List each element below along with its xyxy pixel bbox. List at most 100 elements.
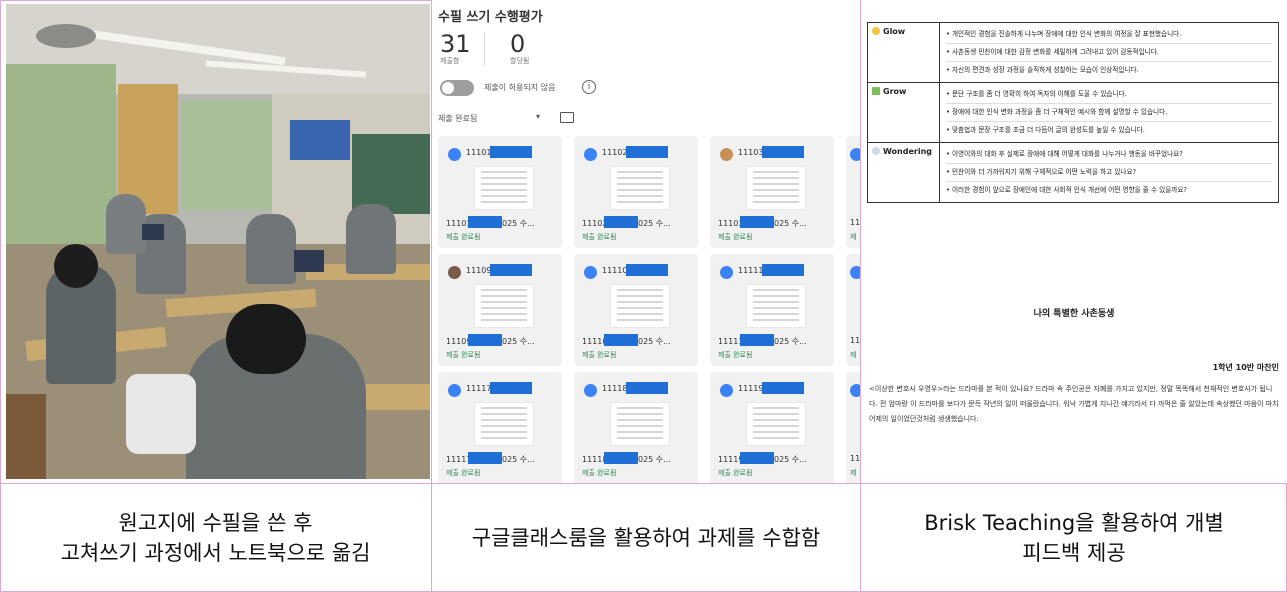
grow-item: • 문단 구조를 좀 더 명확히 하여 독자의 이해를 도울 수 있습니다.	[946, 86, 1272, 104]
student-id: 11102	[602, 148, 628, 157]
redaction-box	[626, 382, 668, 394]
essay-author: 1학년 10반 마찬민	[1212, 363, 1279, 372]
classroom-photo	[6, 4, 430, 479]
grow-row: Grow • 문단 구조를 좀 더 명확히 하여 독자의 이해를 도울 수 있습…	[868, 83, 1278, 143]
caption-panel1: 원고지에 수필을 쓴 후 고쳐쓰기 과정에서 노트북으로 옮김	[60, 511, 371, 565]
document-thumbnail[interactable]	[610, 166, 670, 210]
student-id: 11101	[466, 148, 492, 157]
caption-panel2: 구글클래스룸을 활용하여 과제를 수합함	[471, 526, 821, 550]
wondering-item: • 이영이와의 대화 후 실제로 장애에 대해 어떻게 대화를 나누거나 행동을…	[946, 146, 1272, 164]
feedback-table: Glow • 개인적인 경험을 진솔하게 나누며 장애에 대한 인식 변화의 여…	[867, 22, 1279, 203]
redaction-box	[490, 382, 532, 394]
avatar	[850, 384, 860, 397]
grow-label: Grow	[883, 87, 907, 96]
avatar	[584, 384, 597, 397]
student-id: 11118	[602, 384, 628, 393]
student-id: 11117	[466, 384, 492, 393]
document-thumbnail[interactable]	[474, 402, 534, 446]
student-id: 11119	[738, 384, 764, 393]
redaction-box	[604, 334, 638, 346]
avatar	[584, 266, 597, 279]
glow-item: • 사촌동생 민찬이에 대한 감정 변화를 세밀하게 그려내고 있어 감동적입니…	[946, 44, 1272, 62]
student-id: 11110	[602, 266, 628, 275]
essay-body: <이상한 변호사 우영우>라는 드라마를 본 적이 있나요? 드라마 속 주인공…	[869, 385, 1279, 423]
avatar	[720, 384, 733, 397]
student-submission-card[interactable]: 11102 11102 2025 수... 제출 완료됨	[574, 136, 698, 248]
submission-status: 제출 완료됨	[582, 233, 617, 241]
avatar	[850, 148, 860, 161]
redaction-box	[468, 334, 502, 346]
document-thumbnail[interactable]	[746, 166, 806, 210]
submission-status: 제출 완료됨	[446, 233, 481, 241]
caption-panel3: Brisk Teaching을 활용하여 개별 피드백 제공	[924, 511, 1224, 565]
redaction-box	[468, 216, 502, 228]
student-submission-card[interactable]: 11 제	[846, 136, 860, 248]
wondering-row: Wondering • 이영이와의 대화 후 실제로 장애에 대해 어떻게 대화…	[868, 143, 1278, 202]
avatar	[720, 266, 733, 279]
file-name: 11	[850, 454, 860, 463]
info-icon[interactable]: i	[582, 80, 596, 94]
google-classroom-panel: 수필 쓰기 수행평가 31 제출함 0 할당됨 제출이 허용되지 않음 i 제출…	[432, 0, 860, 483]
document-thumbnail[interactable]	[610, 402, 670, 446]
student-submission-card[interactable]: 11111 11111 2025 수... 제출 완료됨	[710, 254, 834, 366]
student-submission-card[interactable]: 11101 11101 2025 수... 제출 완료됨	[438, 136, 562, 248]
avatar	[448, 266, 461, 279]
student-submission-card[interactable]: 11119 11119 2025 수... 제출 완료됨	[710, 372, 834, 483]
essay-title: 나의 특별한 사촌동생	[1033, 309, 1115, 319]
student-submission-card[interactable]: 11103 11103 2025 수... 제출 완료됨	[710, 136, 834, 248]
assignment-title: 수필 쓰기 수행평가	[438, 10, 543, 25]
submission-status: 제출 완료됨	[446, 351, 481, 359]
grow-item: • 장애에 대한 인식 변화 과정을 좀 더 구체적인 예시와 함께 설명할 수…	[946, 104, 1272, 122]
wondering-label: Wondering	[883, 147, 932, 156]
thought-bubble-icon	[872, 147, 880, 155]
submission-status: 제출 완료됨	[718, 469, 753, 477]
redaction-box	[762, 146, 804, 158]
document-thumbnail[interactable]	[474, 166, 534, 210]
redaction-box	[490, 146, 532, 158]
file-name: 11	[850, 218, 860, 227]
avatar	[720, 148, 733, 161]
redaction-box	[468, 452, 502, 464]
avatar	[850, 266, 860, 279]
redaction-box	[604, 452, 638, 464]
avatar	[448, 384, 461, 397]
student-submission-card[interactable]: 11118 11118 2025 수... 제출 완료됨	[574, 372, 698, 483]
redaction-box	[740, 334, 774, 346]
submission-status: 제	[850, 351, 857, 359]
document-thumbnail[interactable]	[610, 284, 670, 328]
avatar	[448, 148, 461, 161]
file-name: 11	[850, 336, 860, 345]
document-thumbnail[interactable]	[474, 284, 534, 328]
submission-status: 제출 완료됨	[582, 351, 617, 359]
submitted-count: 31	[440, 30, 471, 58]
glow-item: • 자신의 편견과 성장 과정을 솔직하게 성찰하는 모습이 인상적입니다.	[946, 66, 1139, 74]
folder-icon[interactable]	[560, 112, 574, 123]
redaction-box	[762, 382, 804, 394]
wondering-item: • 민찬이와 더 가까워지기 위해 구체적으로 어떤 노력을 하고 있나요?	[946, 164, 1272, 182]
document-thumbnail[interactable]	[746, 284, 806, 328]
document-thumbnail[interactable]	[746, 402, 806, 446]
submission-status: 제출 완료됨	[718, 233, 753, 241]
student-submission-card[interactable]: 11 제	[846, 254, 860, 366]
student-submission-card[interactable]: 11110 11110 2025 수... 제출 완료됨	[574, 254, 698, 366]
assigned-label: 할당됨	[510, 57, 530, 65]
submitted-label: 제출함	[440, 57, 460, 65]
submission-status: 제출 완료됨	[582, 469, 617, 477]
redaction-box	[740, 452, 774, 464]
student-submission-card[interactable]: 11109 11109 2025 수... 제출 완료됨	[438, 254, 562, 366]
grow-item: • 맞춤법과 문장 구조를 조금 더 다듬어 글의 완성도를 높일 수 있습니다…	[946, 126, 1145, 134]
student-submission-card[interactable]: 11 제	[846, 372, 860, 483]
brisk-feedback-panel: Glow • 개인적인 경험을 진솔하게 나누며 장애에 대한 인식 변화의 여…	[861, 0, 1287, 483]
assigned-count: 0	[510, 30, 526, 58]
avatar	[584, 148, 597, 161]
student-submission-card[interactable]: 11117 11117 2025 수... 제출 완료됨	[438, 372, 562, 483]
divider	[484, 32, 485, 66]
caret-down-icon[interactable]: ▾	[536, 112, 540, 121]
redaction-box	[626, 264, 668, 276]
submission-status: 제출 완료됨	[446, 469, 481, 477]
filter-select[interactable]: 제출 완료됨	[438, 113, 477, 124]
wondering-item: • 이러한 경험이 앞으로 장애인에 대한 사회적 인식 개선에 어떤 영향을 …	[946, 186, 1187, 194]
accept-submissions-toggle[interactable]	[440, 80, 474, 96]
submission-status: 제출 완료됨	[718, 351, 753, 359]
toggle-label: 제출이 허용되지 않음	[484, 83, 556, 92]
